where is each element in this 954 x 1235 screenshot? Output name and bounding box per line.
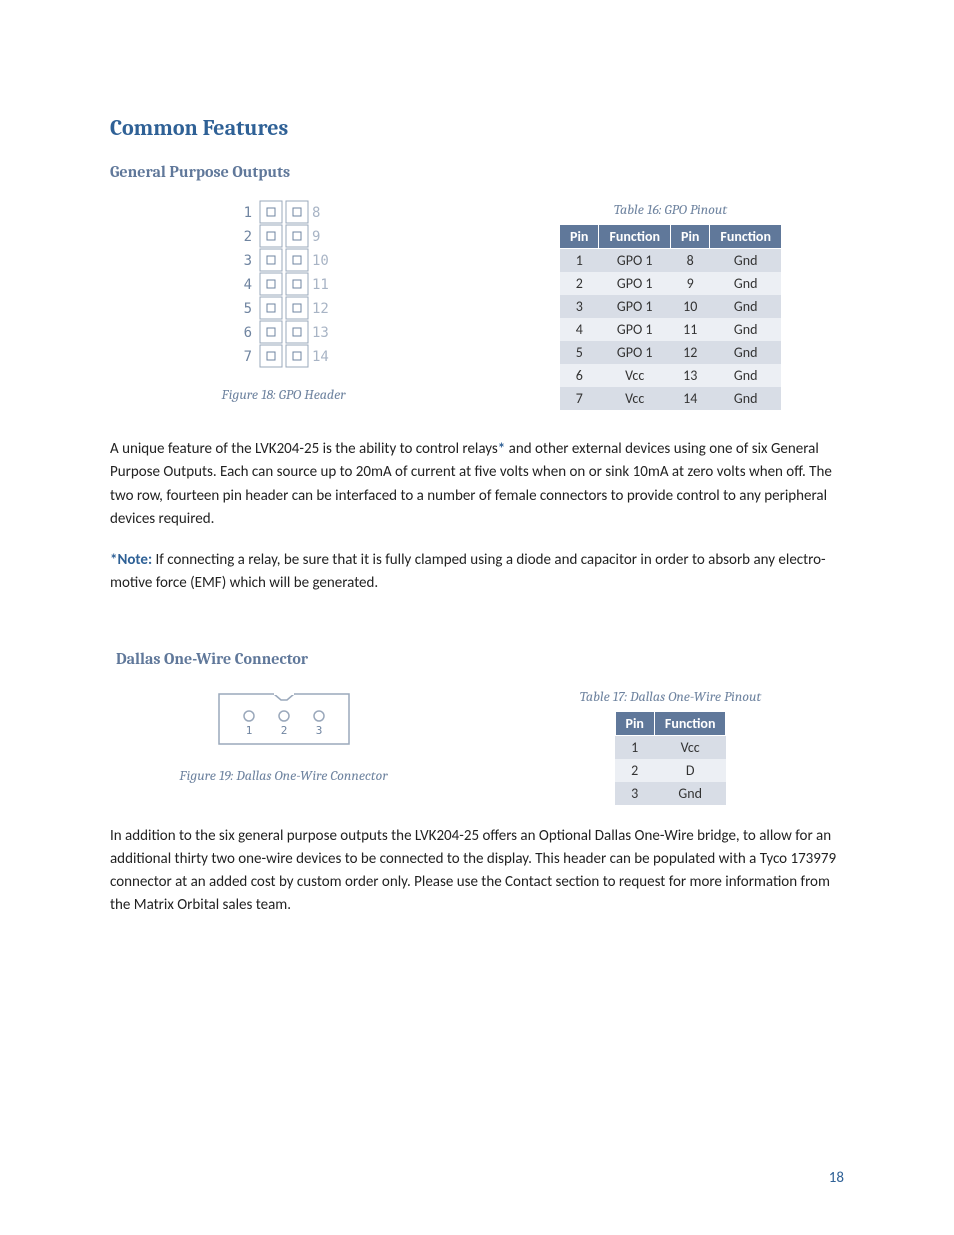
gpo-figure-caption: Figure 18: GPO Header: [110, 386, 457, 403]
svg-text:8: 8: [312, 205, 320, 221]
svg-text:13: 13: [312, 325, 329, 341]
svg-text:10: 10: [312, 253, 329, 269]
table-cell: D: [654, 759, 726, 782]
table-cell: Gnd: [710, 249, 782, 273]
svg-text:3: 3: [243, 253, 251, 269]
svg-text:5: 5: [243, 301, 251, 317]
table-cell: 10: [671, 295, 710, 318]
table-row: 7Vcc14Gnd: [560, 387, 782, 410]
dallas-connector-diagram: 1 2 3: [209, 684, 359, 754]
table-cell: Vcc: [654, 735, 726, 759]
table-header: Pin: [560, 225, 599, 249]
table-cell: Gnd: [710, 295, 782, 318]
table-cell: Gnd: [710, 318, 782, 341]
dallas-figure-block: 1 2 3 Figure 19: Dallas One-Wire Connect…: [110, 680, 457, 784]
table-cell: GPO 1: [599, 249, 671, 273]
gpo-para-text-1: A unique feature of the LVK204-25 is the…: [110, 440, 498, 458]
table-cell: 11: [671, 318, 710, 341]
table-cell: 2: [560, 272, 599, 295]
table-row: 5GPO 112Gnd: [560, 341, 782, 364]
gpo-note: *Note: If connecting a relay, be sure th…: [110, 549, 844, 596]
table-cell: GPO 1: [599, 341, 671, 364]
table-cell: 2: [615, 759, 654, 782]
table-cell: Vcc: [599, 364, 671, 387]
svg-text:12: 12: [312, 301, 329, 317]
table-cell: 14: [671, 387, 710, 410]
table-row: 3Gnd: [615, 782, 726, 805]
table-cell: 13: [671, 364, 710, 387]
table-cell: Gnd: [654, 782, 726, 805]
table-cell: 6: [560, 364, 599, 387]
table-header: Pin: [615, 711, 654, 735]
dallas-pinout-table: PinFunction 1Vcc2D3Gnd: [615, 711, 727, 805]
svg-text:11: 11: [312, 277, 329, 293]
section-title: Common Features: [110, 115, 844, 141]
table-row: 1Vcc: [615, 735, 726, 759]
svg-text:2: 2: [280, 724, 287, 737]
subsection-dallas: Dallas One-Wire Connector: [116, 650, 844, 668]
svg-text:9: 9: [312, 229, 320, 245]
table-row: 6Vcc13Gnd: [560, 364, 782, 387]
gpo-note-text: If connecting a relay, be sure that it i…: [110, 551, 826, 592]
table-cell: Gnd: [710, 387, 782, 410]
gpo-paragraph: A unique feature of the LVK204-25 is the…: [110, 438, 844, 531]
svg-text:6: 6: [243, 325, 251, 341]
table-header: Function: [654, 711, 726, 735]
table-cell: 3: [615, 782, 654, 805]
table-cell: GPO 1: [599, 318, 671, 341]
svg-text:7: 7: [243, 349, 251, 365]
gpo-table-block: Table 16: GPO Pinout PinFunctionPinFunct…: [497, 193, 844, 410]
table-row: 2D: [615, 759, 726, 782]
table-row: 1GPO 18Gnd: [560, 249, 782, 273]
gpo-table-caption: Table 16: GPO Pinout: [497, 201, 844, 218]
dallas-table-caption: Table 17: Dallas One-Wire Pinout: [497, 688, 844, 705]
table-cell: 4: [560, 318, 599, 341]
table-header: Function: [710, 225, 782, 249]
svg-text:4: 4: [243, 277, 251, 293]
svg-text:3: 3: [315, 724, 322, 737]
dallas-figure-caption: Figure 19: Dallas One-Wire Connector: [110, 767, 457, 784]
gpo-pinout-table: PinFunctionPinFunction 1GPO 18Gnd2GPO 19…: [559, 224, 782, 410]
table-cell: GPO 1: [599, 295, 671, 318]
svg-text:1: 1: [245, 724, 252, 737]
page-number: 18: [829, 1169, 844, 1187]
table-cell: 1: [615, 735, 654, 759]
table-cell: GPO 1: [599, 272, 671, 295]
svg-text:14: 14: [312, 349, 329, 365]
svg-text:2: 2: [243, 229, 251, 245]
table-cell: 7: [560, 387, 599, 410]
table-cell: Gnd: [710, 272, 782, 295]
gpo-header-diagram: 1 8 2 9 3 10 4 11 5 12 6 13 7 14: [224, 193, 344, 373]
table-cell: Vcc: [599, 387, 671, 410]
table-row: 3GPO 110Gnd: [560, 295, 782, 318]
svg-text:1: 1: [243, 205, 251, 221]
table-header: Function: [599, 225, 671, 249]
table-cell: 8: [671, 249, 710, 273]
table-cell: 3: [560, 295, 599, 318]
table-row: 4GPO 111Gnd: [560, 318, 782, 341]
table-cell: 5: [560, 341, 599, 364]
table-cell: 1: [560, 249, 599, 273]
subsection-gpo: General Purpose Outputs: [110, 163, 844, 181]
gpo-note-label: *Note:: [110, 551, 152, 569]
table-row: 2GPO 19Gnd: [560, 272, 782, 295]
dallas-paragraph: In addition to the six general purpose o…: [110, 825, 844, 918]
dallas-table-block: Table 17: Dallas One-Wire Pinout PinFunc…: [497, 680, 844, 805]
table-cell: 12: [671, 341, 710, 364]
table-cell: Gnd: [710, 364, 782, 387]
table-header: Pin: [671, 225, 710, 249]
table-cell: 9: [671, 272, 710, 295]
gpo-figure-block: 1 8 2 9 3 10 4 11 5 12 6 13 7 14 Figure 18: GPO Heade…: [110, 193, 457, 403]
table-cell: Gnd: [710, 341, 782, 364]
